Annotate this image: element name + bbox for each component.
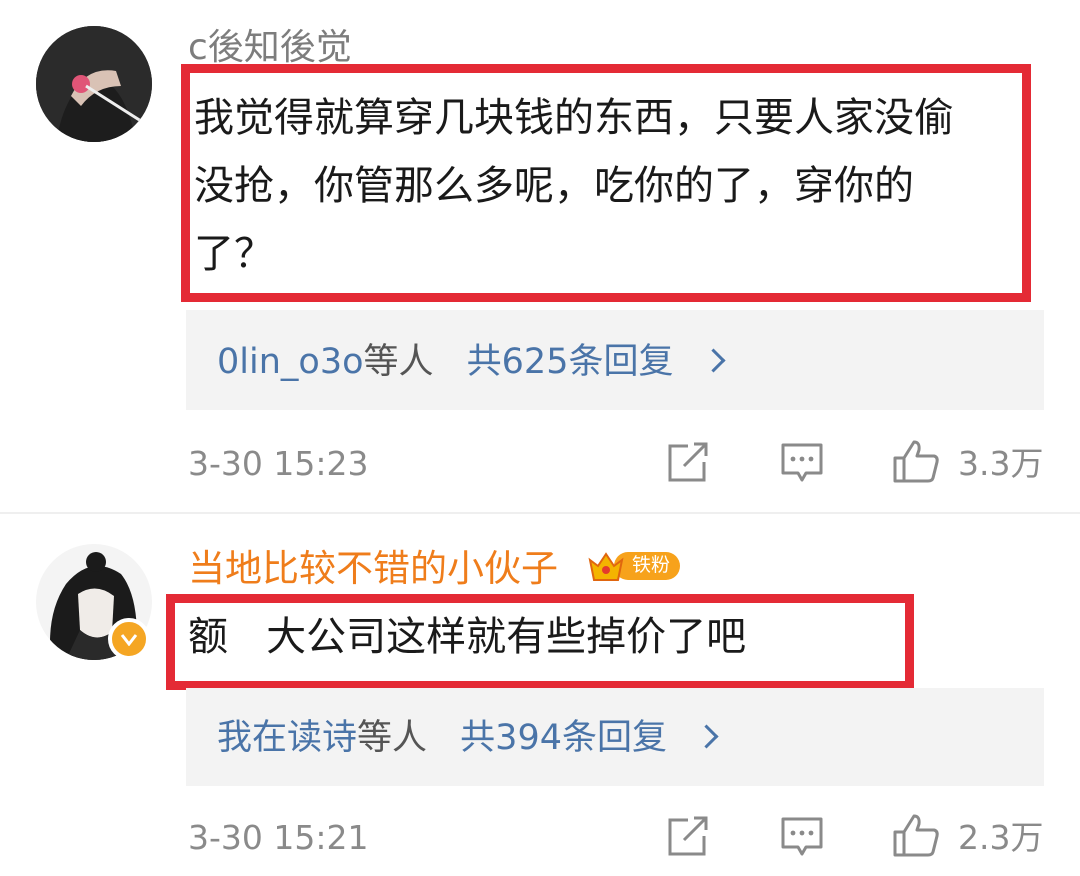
comment-text-line: 了？ [194,231,274,277]
chevron-right-icon [694,724,719,749]
comment-text-line: 没抢，你管那么多呢，吃你的了，穿你的 [194,163,914,209]
reply-users[interactable]: 0lin_o3o [217,342,364,382]
comment-time: 3-30 15:21 [188,818,369,857]
reply-suffix: 等人 [363,342,434,382]
reply-summary-link[interactable]: 我在读诗等人 共394条回复 [217,716,719,760]
comment-icon[interactable] [780,816,824,858]
chevron-right-icon [701,348,726,373]
avatar-image [36,26,152,142]
reply-count[interactable]: 共625条回复 [467,342,674,382]
like-icon[interactable] [892,438,940,484]
comment-text-line: 额 大公司这样就有些掉价了吧 [188,614,747,660]
comment-text-line: 我觉得就算穿几块钱的东西，只要人家没偷 [194,95,954,141]
avatar[interactable] [36,26,152,142]
share-icon[interactable] [666,442,710,484]
like-count: 3.3万 [958,444,1044,483]
fan-badge-label: 铁粉 [632,554,671,576]
divider [0,512,1080,514]
comment-username[interactable]: 当地比较不错的小伙子 [188,546,558,592]
reply-users[interactable]: 我在读诗 [217,718,357,758]
comment-time: 3-30 15:23 [188,444,369,483]
verified-badge-icon [108,618,150,660]
reply-suffix: 等人 [357,718,428,758]
comment-icon[interactable] [780,442,824,484]
reply-count[interactable]: 共394条回复 [460,718,667,758]
share-icon[interactable] [666,816,710,858]
like-count: 2.3万 [958,818,1044,857]
like-icon[interactable] [892,812,940,858]
reply-summary-link[interactable]: 0lin_o3o等人 共625条回复 [217,340,726,384]
